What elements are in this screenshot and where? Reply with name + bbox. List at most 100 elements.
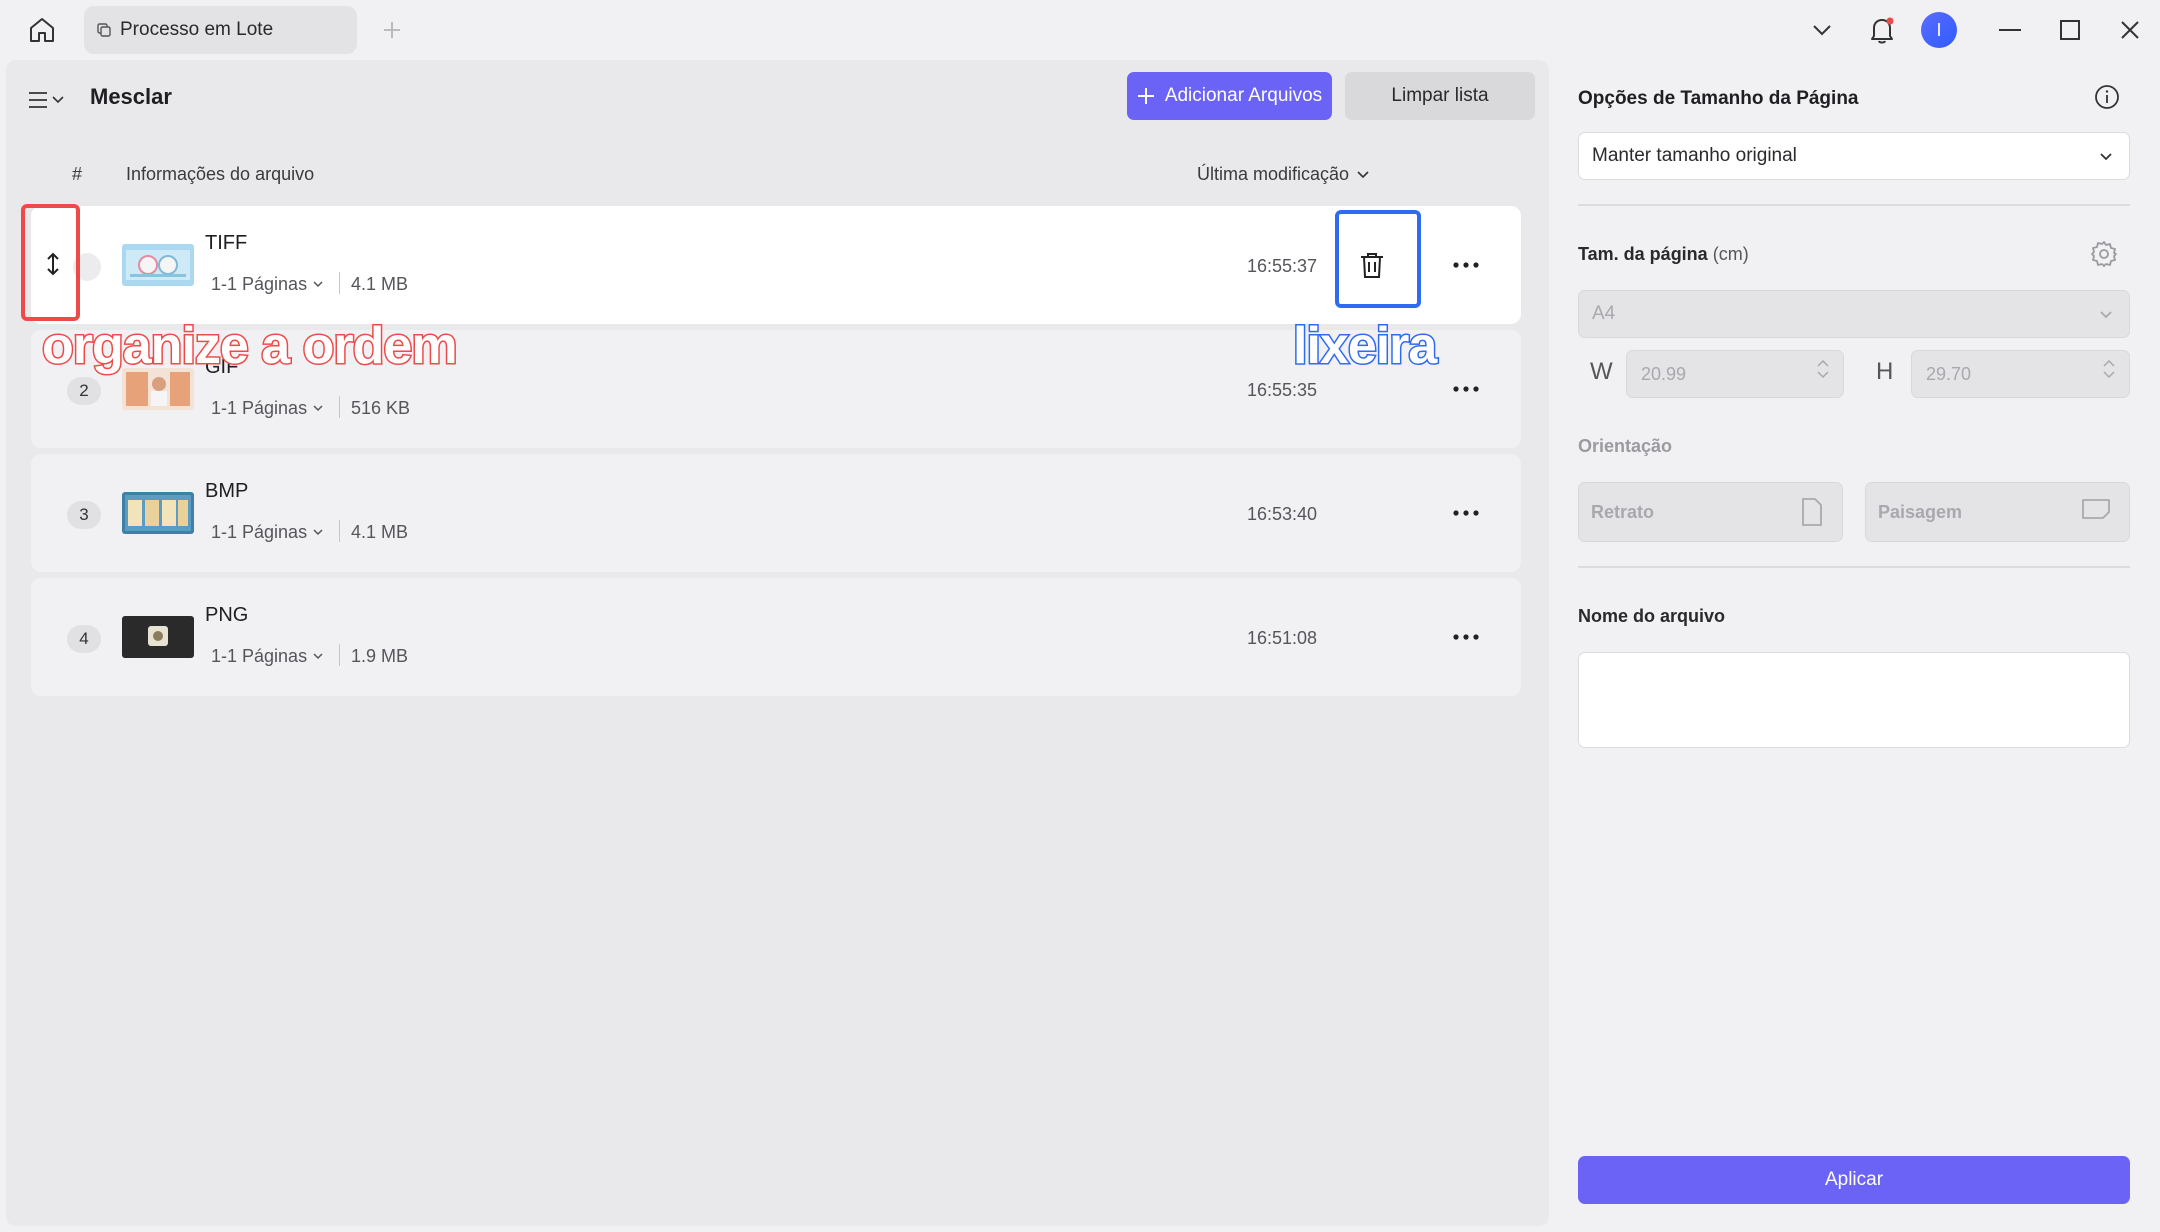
height-value: 29.70: [1926, 363, 1972, 384]
more-options-button[interactable]: [1446, 619, 1486, 655]
width-value: 20.99: [1641, 363, 1687, 384]
chevron-up-icon: [1817, 359, 1829, 367]
copy-icon: [97, 23, 111, 37]
apply-button[interactable]: Aplicar: [1578, 1156, 2130, 1204]
file-name: TIFF: [205, 232, 248, 254]
maximize-button[interactable]: [2050, 8, 2090, 52]
height-label: H: [1876, 358, 1894, 385]
page-range-label: 1-1 Páginas: [211, 398, 308, 418]
modified-time: 16:55:35: [1247, 380, 1318, 400]
file-name: PNG: [205, 604, 249, 626]
paper-size-select[interactable]: A4: [1578, 290, 2130, 338]
portrait-button[interactable]: Retrato: [1578, 482, 1843, 542]
row-number: 3: [67, 501, 101, 529]
landscape-label: Paisagem: [1878, 501, 1963, 522]
avatar[interactable]: I: [1921, 12, 1957, 48]
chevron-down-icon: [2103, 371, 2115, 379]
chevron-down-icon: [1357, 170, 1369, 178]
panel-title: Opções de Tamanho da Página: [1578, 88, 1859, 109]
chevron-down-icon: [1813, 25, 1831, 36]
row-number: 4: [67, 625, 101, 653]
close-button[interactable]: [2110, 8, 2150, 52]
divider: [339, 396, 340, 418]
page-range-select[interactable]: 1-1 Páginas: [211, 646, 323, 667]
portrait-page-icon: [1802, 498, 1822, 526]
file-size: 4.1 MB: [351, 522, 409, 542]
home-button[interactable]: [22, 10, 62, 50]
row-number: 2: [67, 377, 101, 405]
page-range-label: 1-1 Páginas: [211, 274, 308, 294]
page-size-settings-button[interactable]: [2088, 238, 2120, 270]
dropdown-button[interactable]: [1802, 8, 1842, 52]
more-options-button[interactable]: [1446, 495, 1486, 531]
width-stepper[interactable]: [1817, 359, 1829, 379]
info-icon: [2095, 85, 2119, 109]
page-size-label-text: Tam. da página: [1578, 244, 1708, 264]
file-row[interactable]: 4 PNG 1-1 Páginas 1.9 MB 16:51:08: [31, 578, 1521, 696]
chevron-down-icon: [313, 405, 323, 412]
column-header-last-modified[interactable]: Última modificação: [1197, 164, 1369, 185]
modified-time: 16:55:37: [1247, 256, 1318, 276]
title-bar: Processo em Lote I: [0, 0, 2160, 60]
page-size-unit: (cm): [1712, 244, 1749, 264]
page-range-select[interactable]: 1-1 Páginas: [211, 398, 323, 419]
divider: [339, 520, 340, 542]
width-label: W: [1590, 358, 1613, 385]
plus-icon: [384, 22, 400, 38]
page-size-label: Tam. da página (cm): [1578, 244, 1749, 265]
home-icon: [30, 18, 54, 42]
trash-highlight-box: [1335, 210, 1421, 308]
more-options-button[interactable]: [1446, 247, 1486, 283]
page-size-mode-value: Manter tamanho original: [1592, 145, 1797, 166]
chevron-down-icon: [2100, 153, 2112, 161]
apply-label: Aplicar: [1824, 1169, 1884, 1190]
height-input[interactable]: 29.70: [1911, 350, 2130, 398]
page-range-label: 1-1 Páginas: [211, 522, 308, 542]
notifications-button[interactable]: [1860, 8, 1904, 52]
divider: [339, 644, 340, 666]
chevron-up-icon: [2103, 359, 2115, 367]
tab-batch-process[interactable]: Processo em Lote: [84, 6, 357, 54]
image-thumbnail: [122, 492, 194, 534]
minimize-button[interactable]: [1990, 8, 2030, 52]
file-name: BMP: [205, 480, 249, 502]
maximize-icon: [2060, 20, 2080, 40]
landscape-button[interactable]: Paisagem: [1865, 482, 2130, 542]
more-horizontal-icon: [1453, 510, 1479, 516]
clear-list-button[interactable]: Limpar lista: [1345, 72, 1535, 120]
chevron-down-icon: [313, 281, 323, 288]
reorder-annotation-label: organize a ordem: [41, 316, 460, 377]
page-size-mode-select[interactable]: Manter tamanho original: [1578, 132, 2130, 180]
chevron-down-icon: [313, 653, 323, 660]
column-header-number: #: [72, 164, 83, 184]
new-tab-button[interactable]: [374, 12, 410, 48]
modified-time: 16:51:08: [1247, 628, 1318, 648]
filename-field[interactable]: [1578, 652, 2130, 748]
add-files-button[interactable]: Adicionar Arquivos: [1127, 72, 1332, 120]
divider: [1578, 204, 2130, 206]
info-button[interactable]: [2092, 82, 2122, 112]
column-header-last-modified-label: Última modificação: [1197, 164, 1350, 184]
more-horizontal-icon: [1453, 634, 1479, 640]
file-row[interactable]: TIFF 1-1 Páginas 4.1 MB 16:55:37: [31, 206, 1521, 324]
file-size: 516 KB: [351, 398, 411, 418]
file-row[interactable]: 3 BMP 1-1 Páginas 4.1 MB 16:53:40: [31, 454, 1521, 572]
file-thumbnail: [122, 492, 194, 534]
menu-button[interactable]: [28, 82, 74, 118]
tab-label: Processo em Lote: [120, 19, 274, 40]
add-files-label: Adicionar Arquivos: [1164, 85, 1323, 106]
page-range-select[interactable]: 1-1 Páginas: [211, 274, 323, 295]
page-size-options-panel: Opções de Tamanho da Página Manter taman…: [1556, 60, 2154, 1226]
reorder-highlight-box: [21, 204, 80, 321]
chevron-down-icon: [1817, 371, 1829, 379]
minimize-icon: [1999, 29, 2021, 31]
gear-icon: [2091, 241, 2117, 267]
height-stepper[interactable]: [2103, 359, 2115, 379]
width-input[interactable]: 20.99: [1626, 350, 1844, 398]
more-options-button[interactable]: [1446, 371, 1486, 407]
chevron-down-icon: [313, 529, 323, 536]
orientation-label: Orientação: [1578, 436, 1673, 456]
page-range-select[interactable]: 1-1 Páginas: [211, 522, 323, 543]
file-size: 4.1 MB: [351, 274, 409, 294]
close-icon: [2121, 21, 2139, 39]
